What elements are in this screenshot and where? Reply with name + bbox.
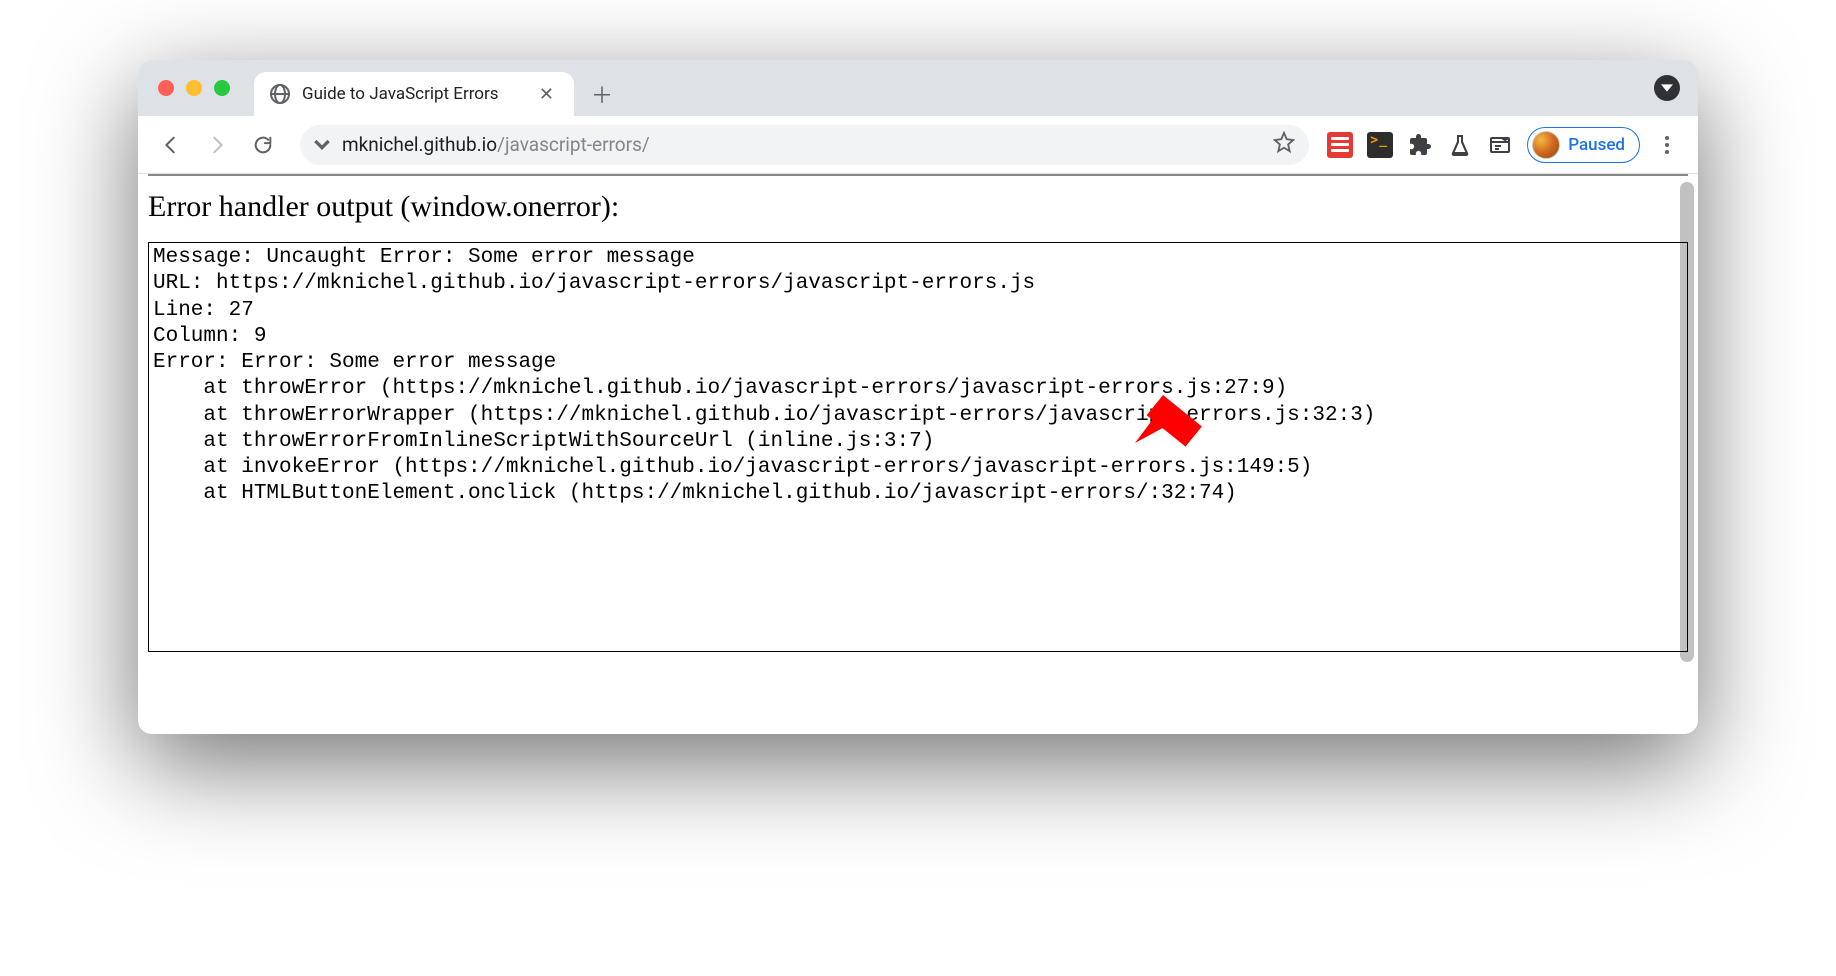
site-info-button[interactable] xyxy=(314,137,330,153)
maximize-window-button[interactable] xyxy=(214,80,230,96)
section-heading: Error handler output (window.onerror): xyxy=(148,190,1688,224)
url-host: mknichel.github.io xyxy=(342,133,497,156)
profile-button[interactable]: Paused xyxy=(1527,127,1640,163)
address-bar[interactable]: mknichel.github.io/javascript-errors/ xyxy=(300,125,1309,165)
globe-icon xyxy=(270,84,290,104)
chrome-menu-button[interactable] xyxy=(1654,132,1680,158)
browser-tab-active[interactable]: Guide to JavaScript Errors ✕ xyxy=(254,72,574,116)
url-display: mknichel.github.io/javascript-errors/ xyxy=(342,133,650,156)
toolbar: mknichel.github.io/javascript-errors/ Pa… xyxy=(138,116,1698,174)
page-viewport: Error handler output (window.onerror): M… xyxy=(138,174,1698,734)
profile-status: Paused xyxy=(1568,135,1625,155)
bookmark-button[interactable] xyxy=(1273,131,1295,158)
error-output-text: Message: Uncaught Error: Some error mess… xyxy=(153,246,1375,505)
labs-button[interactable] xyxy=(1447,132,1473,158)
new-tab-button[interactable]: ＋ xyxy=(584,76,620,112)
tab-strip: Guide to JavaScript Errors ✕ ＋ xyxy=(138,60,1698,116)
url-path: /javascript-errors/ xyxy=(497,133,650,156)
page-content: Error handler output (window.onerror): M… xyxy=(138,174,1698,662)
divider xyxy=(148,174,1688,176)
close-window-button[interactable] xyxy=(158,80,174,96)
search-tabs-button[interactable] xyxy=(1654,75,1680,101)
forward-button[interactable] xyxy=(198,126,236,164)
avatar-icon xyxy=(1532,131,1560,159)
window-controls xyxy=(152,60,254,116)
close-tab-button[interactable]: ✕ xyxy=(535,82,558,107)
minimize-window-button[interactable] xyxy=(186,80,202,96)
extensions-row: Paused xyxy=(1327,127,1684,163)
extension-icon-1[interactable] xyxy=(1327,132,1353,158)
extensions-button[interactable] xyxy=(1407,132,1433,158)
error-output-box: Message: Uncaught Error: Some error mess… xyxy=(148,242,1688,652)
tab-title: Guide to JavaScript Errors xyxy=(302,84,523,104)
extension-icon-2[interactable] xyxy=(1367,132,1393,158)
side-panel-button[interactable] xyxy=(1487,132,1513,158)
reload-button[interactable] xyxy=(244,126,282,164)
browser-window: Guide to JavaScript Errors ✕ ＋ mknichel.… xyxy=(138,60,1698,734)
back-button[interactable] xyxy=(152,126,190,164)
